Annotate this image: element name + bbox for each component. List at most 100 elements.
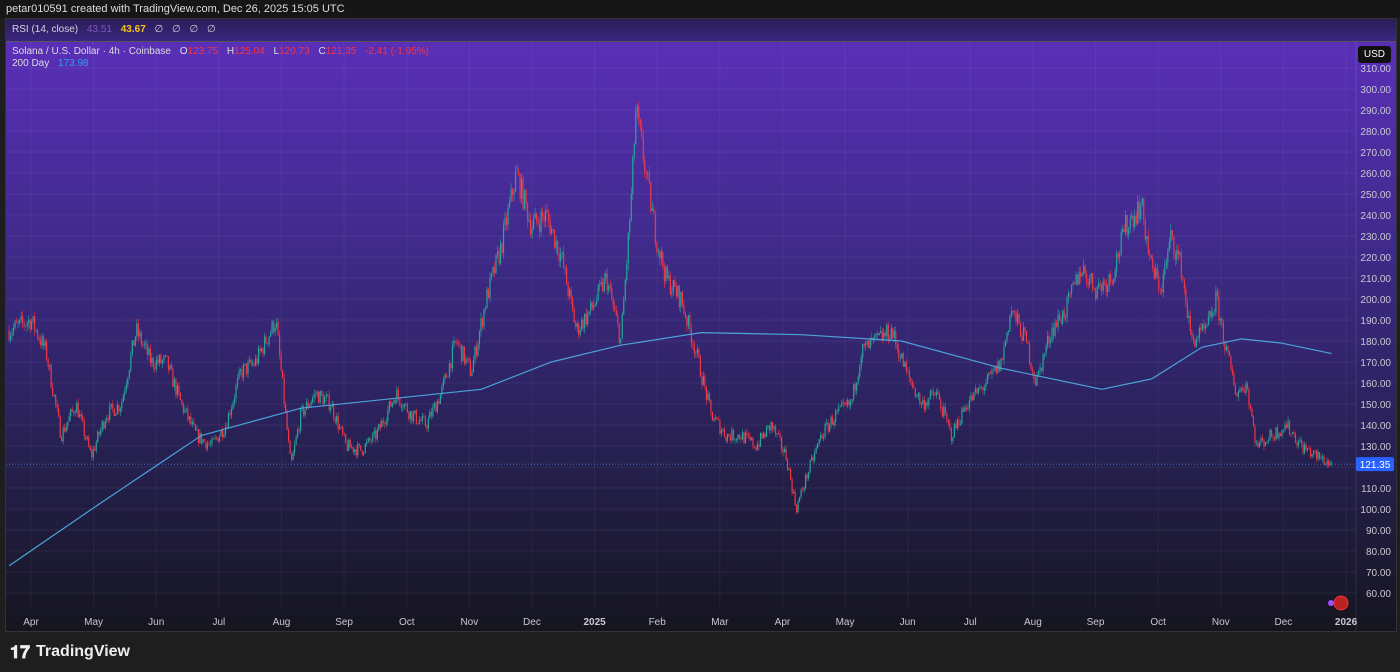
candle-body [713,420,715,421]
candle-body [52,387,54,396]
candle-body [650,182,652,211]
candle-body [406,404,408,413]
x-tick-label: May [836,617,855,628]
rsi-legend[interactable]: RSI (14, close) 43.51 43.67 ∅ ∅ ∅ ∅ [6,19,1396,42]
candle-body [1216,290,1218,296]
candle-body [657,250,659,252]
candle-body [46,341,48,360]
candle-body [354,449,356,452]
candle-body [1161,289,1163,293]
candle-body [1177,250,1179,255]
candle-body [611,287,613,300]
candle-body [587,312,589,324]
candle-body [845,403,847,406]
candle-body [695,352,697,354]
x-tick-label: Apr [775,617,791,628]
candle-body [215,437,218,439]
candle-body [570,289,572,299]
candle-body [109,405,111,420]
candle-body [701,376,703,385]
candle-body [394,400,396,403]
candle-body [768,425,771,431]
candle-body [131,340,133,355]
rsi-ma-value: 43.67 [120,24,146,35]
candle-body [160,355,162,364]
candle-body [34,316,36,331]
y-tick-label: 130.00 [1360,442,1391,453]
candle-body [361,450,363,455]
candle-body [26,323,28,326]
tradingview-logo[interactable]: 𝟏𝟕 TradingView [0,632,1400,672]
candle-body [269,332,272,337]
candle-body [862,344,864,358]
candle-body [782,449,784,453]
candle-body [94,448,96,451]
candle-body [496,251,499,255]
candle-body [1314,450,1316,452]
candle-body [1147,236,1149,254]
candle-body [884,332,886,337]
candle-body [525,190,527,204]
candle-body [297,429,299,437]
candle-body [1108,274,1110,286]
candle-body [420,420,422,422]
candle-body [591,302,593,308]
candle-body [511,188,514,195]
candle-body [614,305,616,311]
candle-body [396,389,398,403]
candle-body [588,311,590,313]
currency-button[interactable]: USD [1357,46,1391,63]
candle-body [184,409,186,413]
x-tick-label: Jul [964,617,977,628]
candle-body [88,437,90,447]
candle-body [899,358,901,359]
open-label: O [179,46,188,57]
price-chart[interactable]: Solana / U.S. Dollar · 4h · Coinbase O12… [6,42,1396,631]
candle-body [298,429,300,431]
candle-body [656,243,658,252]
candle-body [627,232,629,264]
candle-body [698,349,700,357]
candle-body [635,111,637,145]
candle-body [415,410,417,424]
candle-body [1040,367,1043,372]
candle-body [31,321,33,330]
y-tick-label: 270.00 [1360,148,1391,159]
candle-body [322,394,324,405]
candle-body [950,427,952,442]
symbol-legend[interactable]: Solana / U.S. Dollar · 4h · Coinbase O12… [12,46,435,70]
candle-body [1075,274,1077,284]
candle-body [979,387,981,389]
candle-body [116,405,118,414]
y-tick-label: 230.00 [1360,232,1391,243]
candle-body [294,444,296,453]
candle-body [217,437,219,442]
candle-body [959,424,962,426]
candle-body [68,416,70,422]
candle-body [444,374,446,380]
candle-body [1269,429,1271,441]
candle-body [620,338,622,344]
candle-body [522,178,524,209]
candle-body [1242,387,1244,392]
candle-body [992,370,995,371]
x-tick-label: Jul [212,617,225,628]
candle-body [1052,327,1055,336]
candle-body [145,343,147,345]
candle-body [254,358,257,366]
candle-body [841,403,843,406]
candle-body [874,335,876,338]
candle-body [291,453,293,461]
candle-body [47,359,49,367]
candle-body [239,369,242,371]
candle-body [360,445,362,451]
candle-body [14,321,16,328]
candle-body [480,318,482,332]
candle-body [91,450,93,458]
candle-body [172,368,174,388]
candle-body [373,430,375,434]
candle-body [923,399,925,410]
candle-body [740,438,742,440]
candle-body [1192,334,1194,341]
candle-body [67,421,69,427]
